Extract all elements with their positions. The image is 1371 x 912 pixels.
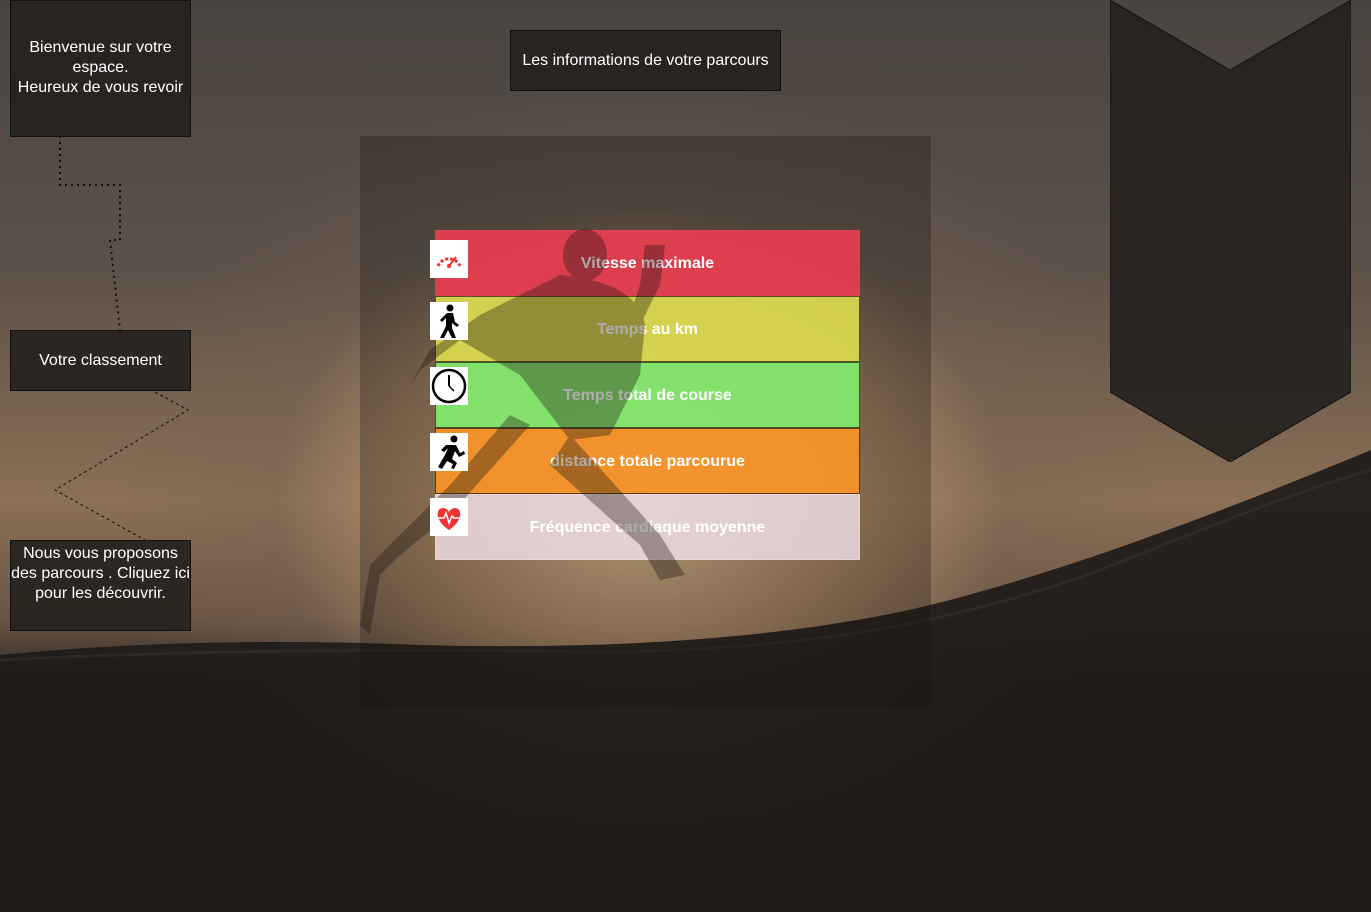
ribbon-banner <box>1110 0 1351 462</box>
runner-silhouette <box>360 229 685 635</box>
speedometer-icon <box>430 240 468 278</box>
classement-link[interactable]: Votre classement <box>10 330 191 391</box>
page-title: Les informations de votre parcours <box>510 30 781 91</box>
welcome-text-line2: Heureux de vous revoir <box>17 79 184 96</box>
parcours-link[interactable]: Nous vous proposons des parcours . Cliqu… <box>10 540 191 631</box>
welcome-text-line1: Bienvenue sur votre espace. <box>29 39 172 76</box>
welcome-message: Bienvenue sur votre espace. Heureux de v… <box>10 0 191 137</box>
running-icon <box>430 433 468 471</box>
clock-icon <box>430 367 468 405</box>
heart-rate-icon <box>430 498 468 536</box>
walking-icon <box>430 302 468 340</box>
